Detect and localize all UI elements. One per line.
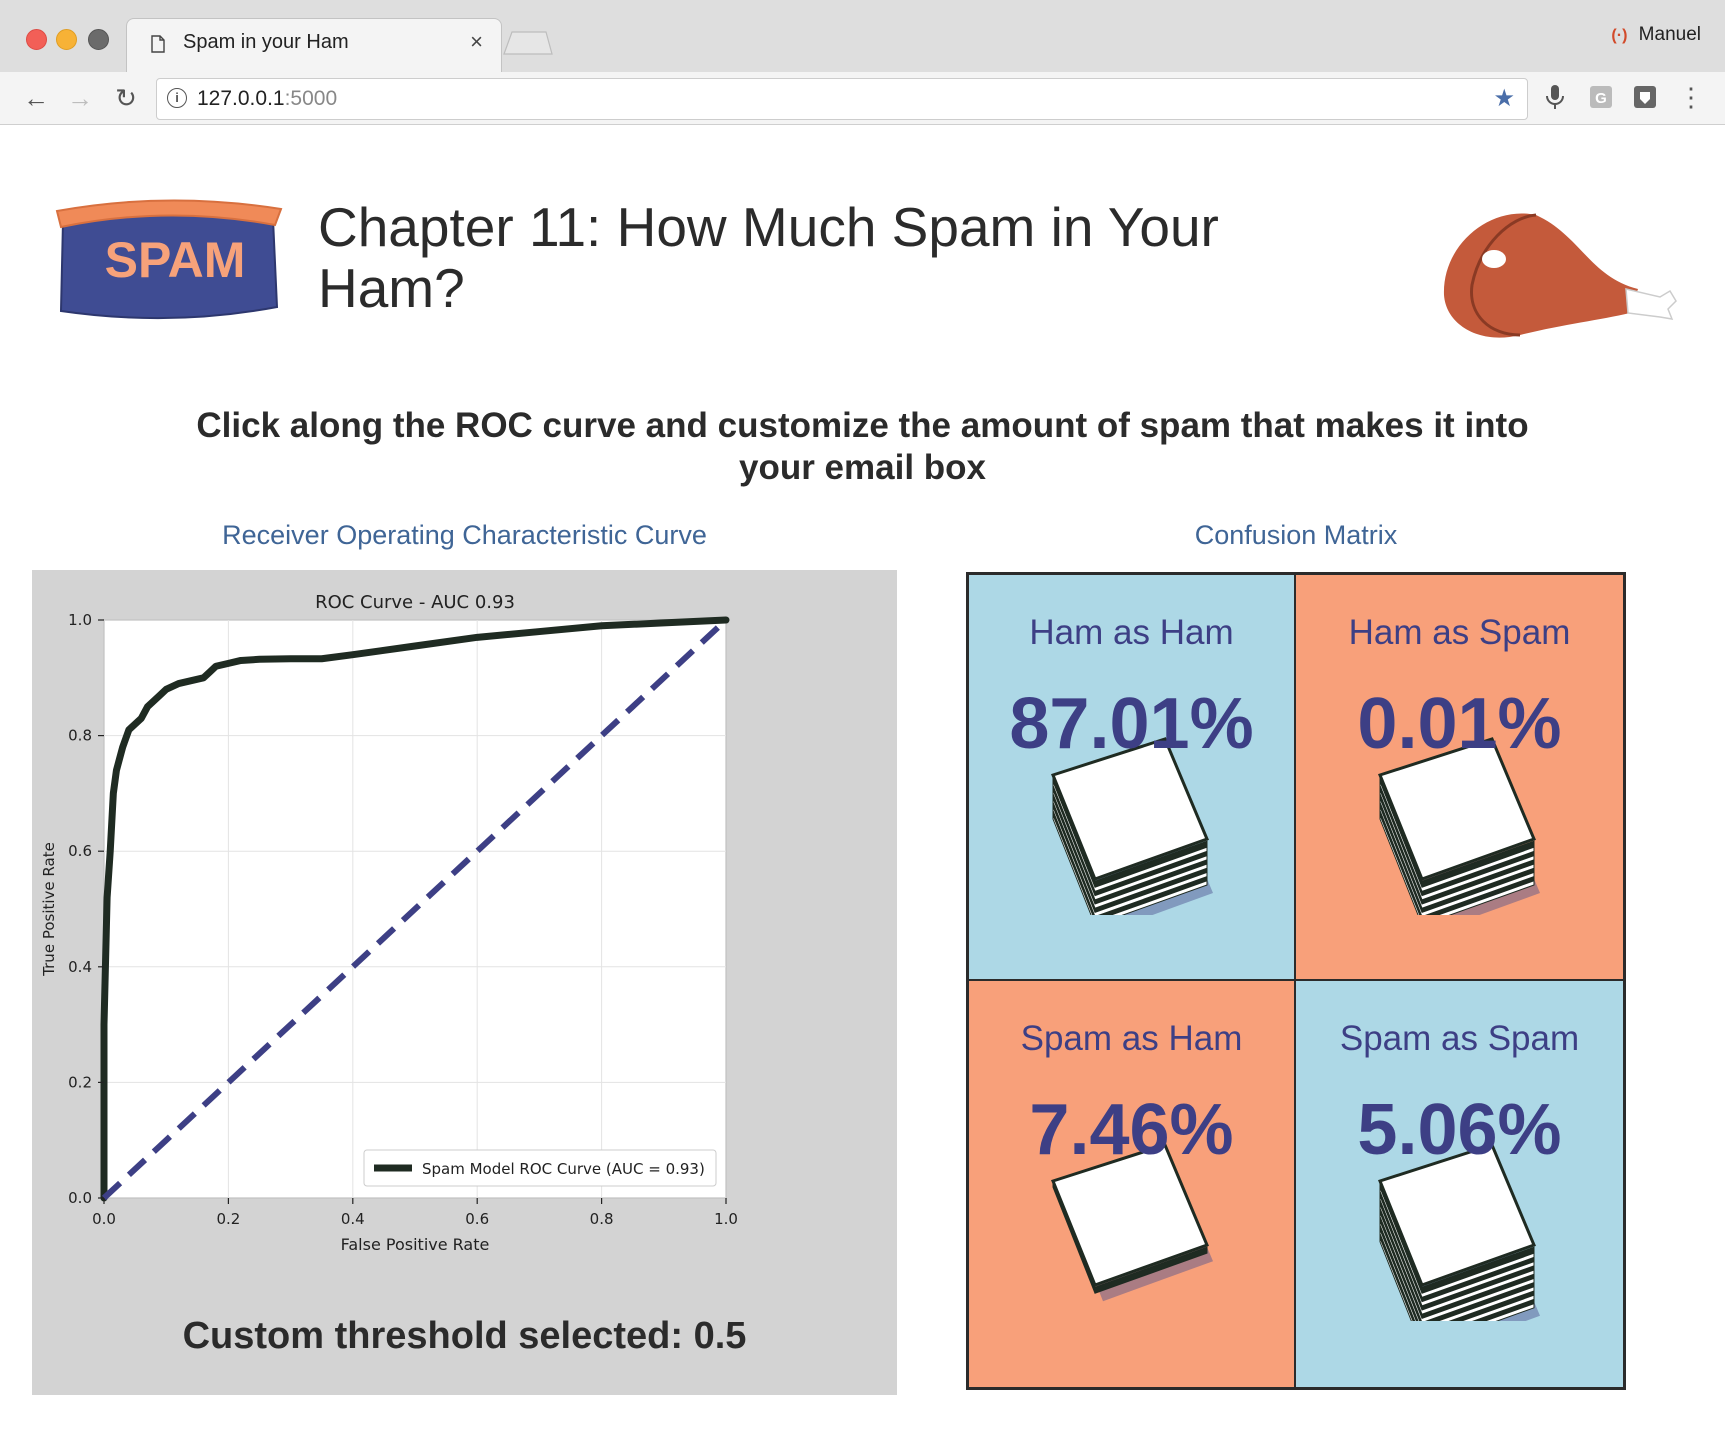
page-viewport: SPAM Chapter 11: How Much Spam in Your H… [0, 125, 1725, 1434]
browser-window: Spam in your Ham × (·) Manuel ← → ↻ i 12… [0, 0, 1725, 1434]
instruction-text: Click along the ROC curve and customize … [196, 406, 1529, 487]
extension-shield-icon[interactable] [1632, 82, 1658, 112]
bookmark-star-icon[interactable]: ★ [1493, 84, 1515, 113]
ham-icon [1443, 213, 1677, 338]
x-tick-label: 1.0 [714, 1210, 738, 1228]
confusion-matrix: Ham as Ham 87.01% Ham as Spam 0.01% Spam… [966, 572, 1626, 1390]
confusion-matrix-heading: Confusion Matrix [1194, 520, 1398, 550]
cell-value: 0.01% [1357, 684, 1562, 764]
profile-button[interactable]: (·) Manuel [1611, 24, 1701, 46]
page-icon [151, 35, 165, 53]
y-tick-label: 1.0 [68, 611, 92, 629]
y-tick-label: 0.2 [68, 1073, 92, 1091]
cell-ham-as-spam: Ham as Spam 0.01% [1296, 575, 1623, 981]
cell-spam-as-spam: Spam as Spam 5.06% [1296, 981, 1623, 1387]
cell-value: 87.01% [1009, 684, 1254, 764]
roc-panel: ROC Curve - AUC 0.93 0.0 0.2 0.4 0.6 0.8 1.0 0… [32, 570, 897, 1395]
browser-tab[interactable]: Spam in your Ham × [126, 18, 502, 75]
x-tick-label: 0.6 [465, 1210, 489, 1228]
profile-name: Manuel [1638, 24, 1701, 45]
x-tick-label: 0.8 [590, 1210, 614, 1228]
window-maximize-button[interactable] [88, 29, 109, 50]
browser-toolbar: ← → ↻ i 127.0.0.1:5000 ★ G ⋮ [0, 72, 1725, 125]
chart-title: ROC Curve - AUC 0.93 [315, 592, 515, 613]
cell-value: 5.06% [1357, 1090, 1562, 1170]
y-axis-label: True Positive Rate [40, 842, 58, 977]
roc-heading: Receiver Operating Characteristic Curve [222, 520, 707, 550]
cell-label: Spam as Ham [1020, 1019, 1243, 1058]
legend-label: Spam Model ROC Curve (AUC = 0.93) [422, 1160, 705, 1178]
cell-label: Spam as Spam [1339, 1019, 1580, 1058]
x-axis-label: False Positive Rate [341, 1235, 490, 1254]
address-bar[interactable]: i 127.0.0.1:5000 ★ [156, 78, 1528, 120]
threshold-readout: Custom threshold selected: 0.5 [182, 1315, 747, 1357]
tab-title: Spam in your Ham [183, 31, 349, 53]
cell-label: Ham as Ham [1029, 613, 1234, 652]
tab-strip: Spam in your Ham × (·) Manuel [0, 0, 1725, 75]
page-title: Chapter 11: How Much Spam in Your Ham? [318, 196, 1219, 319]
cell-value: 7.46% [1029, 1090, 1234, 1170]
microphone-icon[interactable] [1542, 82, 1568, 112]
cell-ham-as-ham: Ham as Ham 87.01% [969, 575, 1296, 981]
forward-button[interactable]: → [62, 80, 98, 116]
y-tick-label: 0.8 [68, 727, 92, 745]
cell-label: Ham as Spam [1348, 613, 1571, 652]
x-tick-label: 0.0 [92, 1210, 116, 1228]
y-tick-label: 0.4 [68, 958, 92, 976]
svg-text:G: G [1595, 90, 1607, 107]
profile-icon: (·) [1611, 27, 1628, 44]
url-host: 127.0.0.1 [197, 87, 285, 110]
logo-text: SPAM [105, 232, 246, 288]
window-minimize-button[interactable] [56, 29, 77, 50]
reload-button[interactable]: ↻ [108, 80, 144, 116]
spam-can-logo: SPAM [55, 199, 283, 320]
y-tick-label: 0.6 [68, 842, 92, 860]
x-tick-label: 0.2 [216, 1210, 240, 1228]
url-text[interactable]: 127.0.0.1:5000 [197, 87, 337, 111]
window-close-button[interactable] [26, 29, 47, 50]
cell-spam-as-ham: Spam as Ham 7.46% [969, 981, 1296, 1387]
new-tab-button[interactable] [502, 30, 554, 56]
site-info-icon[interactable]: i [167, 88, 187, 108]
menu-icon[interactable]: ⋮ [1678, 82, 1704, 112]
y-tick-label: 0.0 [68, 1189, 92, 1207]
url-port: :5000 [284, 87, 338, 110]
back-button[interactable]: ← [18, 80, 54, 116]
tab-close-icon[interactable]: × [470, 29, 483, 55]
extension-g-icon[interactable]: G [1588, 82, 1614, 112]
roc-chart[interactable]: ROC Curve - AUC 0.93 0.0 0.2 0.4 0.6 0.8 1.0 0… [32, 570, 897, 1300]
x-tick-label: 0.4 [341, 1210, 365, 1228]
